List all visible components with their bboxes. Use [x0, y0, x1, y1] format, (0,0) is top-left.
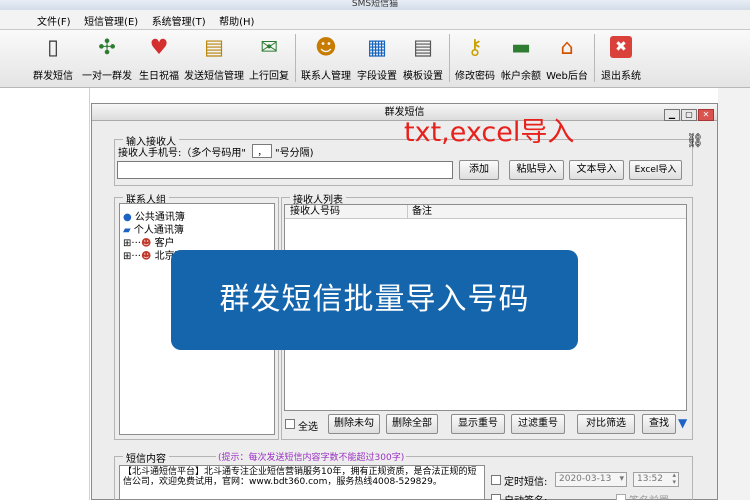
- toolbar-account-balance-button[interactable]: ▬ 帐户余额: [498, 33, 544, 85]
- schedule-time-spinner[interactable]: 13:52 ▴ ▾: [633, 472, 679, 487]
- account-balance-icon: ▬: [511, 35, 531, 59]
- sms-content-textarea[interactable]: 【北斗通短信平台】北斗通专注企业短信营销服务10年，拥有正规资质，是合法正规的短…: [119, 465, 485, 500]
- toolbar-web-admin-button[interactable]: ⌂ Web后台: [544, 33, 590, 85]
- separator-label: "号分隔): [275, 148, 314, 159]
- group-title: 短信内容: [123, 450, 169, 465]
- contacts-icon: ☻: [140, 251, 152, 262]
- feature-banner: 群发短信批量导入号码: [171, 250, 578, 350]
- app-title: SMS短信猫: [351, 0, 399, 9]
- delete-all-button[interactable]: 删除全部: [386, 414, 438, 434]
- toolbar-reply-button[interactable]: ✉ 上行回复: [246, 33, 292, 85]
- delete-unchecked-button[interactable]: 删除未勾: [328, 414, 380, 434]
- grid-icon: ▦: [367, 35, 387, 59]
- toolbar-contacts-button[interactable]: ☻ 联系人管理: [298, 33, 354, 85]
- dialog-window-controls: ▁ ▢ ✕: [663, 106, 714, 123]
- auto-sign-label: 自动签名:: [504, 492, 547, 500]
- phone-number-input[interactable]: [117, 161, 453, 179]
- show-duplicates-button[interactable]: 显示重号: [451, 414, 505, 434]
- template-icon: ▤: [413, 35, 433, 59]
- paste-import-button[interactable]: 粘贴导入: [509, 160, 564, 180]
- search-button[interactable]: 查找: [642, 414, 676, 434]
- people-network-icon: ✣: [98, 35, 116, 59]
- left-panel: [0, 88, 90, 500]
- calendar-icon: ▤: [204, 35, 224, 59]
- toolbar-one-to-one-button[interactable]: ✣ 一对一群发: [78, 33, 136, 85]
- maximize-icon[interactable]: ▢: [681, 109, 697, 121]
- right-panel: [718, 88, 750, 500]
- close-icon[interactable]: ✕: [698, 109, 714, 121]
- toolbar-sent-sms-manage-button[interactable]: ▤ 发送短信管理: [182, 33, 246, 85]
- toolbar-mass-sms-button[interactable]: ▯ 群发短信: [30, 33, 76, 85]
- home-icon: ⌂: [560, 35, 574, 59]
- separator-input[interactable]: ，: [252, 144, 272, 158]
- sign-prefix-label: 签名前置: [629, 492, 669, 500]
- toolbar-change-password-button[interactable]: ⚷ 修改密码: [452, 33, 498, 85]
- text-import-button[interactable]: 文本导入: [569, 160, 624, 180]
- column-phone-number[interactable]: 接收人号码: [290, 205, 340, 218]
- menu-bar: 文件(F) 短信管理(E) 系统管理(T) 帮助(H): [0, 10, 750, 30]
- menu-system-management[interactable]: 系统管理(T): [147, 13, 211, 28]
- import-annotation-text: txt,excel导入: [404, 117, 575, 148]
- sign-prefix-checkbox[interactable]: [616, 494, 626, 500]
- chevron-down-icon[interactable]: ▾: [619, 473, 624, 486]
- link-icon[interactable]: ⛓: [686, 133, 704, 149]
- exit-icon: ✖: [610, 36, 632, 58]
- app-title-bar: SMS短信猫: [0, 0, 750, 10]
- envelope-check-icon: ✉: [260, 35, 278, 59]
- key-icon: ⚷: [467, 35, 483, 59]
- phone-icon: ▯: [47, 35, 59, 59]
- select-all-label: 全选: [298, 422, 318, 433]
- menu-file[interactable]: 文件(F): [32, 13, 76, 28]
- schedule-date-picker[interactable]: 2020-03-13 ▾: [555, 472, 627, 487]
- content-hint: (提示：每次发送短信内容字数不能超过300字): [216, 450, 407, 463]
- recipient-table-header: 接收人号码 备注: [285, 205, 686, 219]
- spinner-arrows-icon[interactable]: ▴ ▾: [672, 472, 676, 486]
- toolbar-field-settings-button[interactable]: ▦ 字段设置: [354, 33, 400, 85]
- toolbar-separator: [295, 34, 296, 82]
- expand-icon[interactable]: ⊞: [123, 251, 131, 262]
- menu-sms-management[interactable]: 短信管理(E): [79, 13, 143, 28]
- toolbar-birthday-button[interactable]: ♥ 生日祝福: [136, 33, 182, 85]
- main-toolbar: ▯ 群发短信 ✣ 一对一群发 ♥ 生日祝福 ▤ 发送短信管理 ✉ 上行回复 ☻ …: [0, 30, 750, 88]
- filter-duplicates-button[interactable]: 过滤重号: [511, 414, 565, 434]
- minimize-icon[interactable]: ▁: [664, 109, 680, 121]
- menu-help[interactable]: 帮助(H): [214, 13, 259, 28]
- toolbar-exit-button[interactable]: ✖ 退出系统: [598, 33, 644, 85]
- toolbar-separator: [594, 34, 595, 82]
- contacts-icon: ☻: [315, 35, 337, 59]
- column-note[interactable]: 备注: [407, 205, 432, 218]
- heart-icon: ♥: [149, 35, 169, 59]
- select-all-checkbox[interactable]: [285, 419, 295, 429]
- compare-filter-button[interactable]: 对比筛选: [577, 414, 635, 434]
- excel-import-button[interactable]: Excel导入: [629, 160, 682, 180]
- add-button[interactable]: 添加: [459, 160, 499, 180]
- auto-sign-checkbox[interactable]: [491, 494, 501, 500]
- dropdown-arrow-icon[interactable]: ▼: [678, 416, 687, 430]
- toolbar-separator: [449, 34, 450, 82]
- scheduled-sms-label: 定时短信:: [504, 477, 548, 488]
- toolbar-template-settings-button[interactable]: ▤ 模板设置: [400, 33, 446, 85]
- phone-number-label: 接收人手机号:（多个号码用": [118, 148, 246, 159]
- scheduled-sms-checkbox[interactable]: [491, 475, 501, 485]
